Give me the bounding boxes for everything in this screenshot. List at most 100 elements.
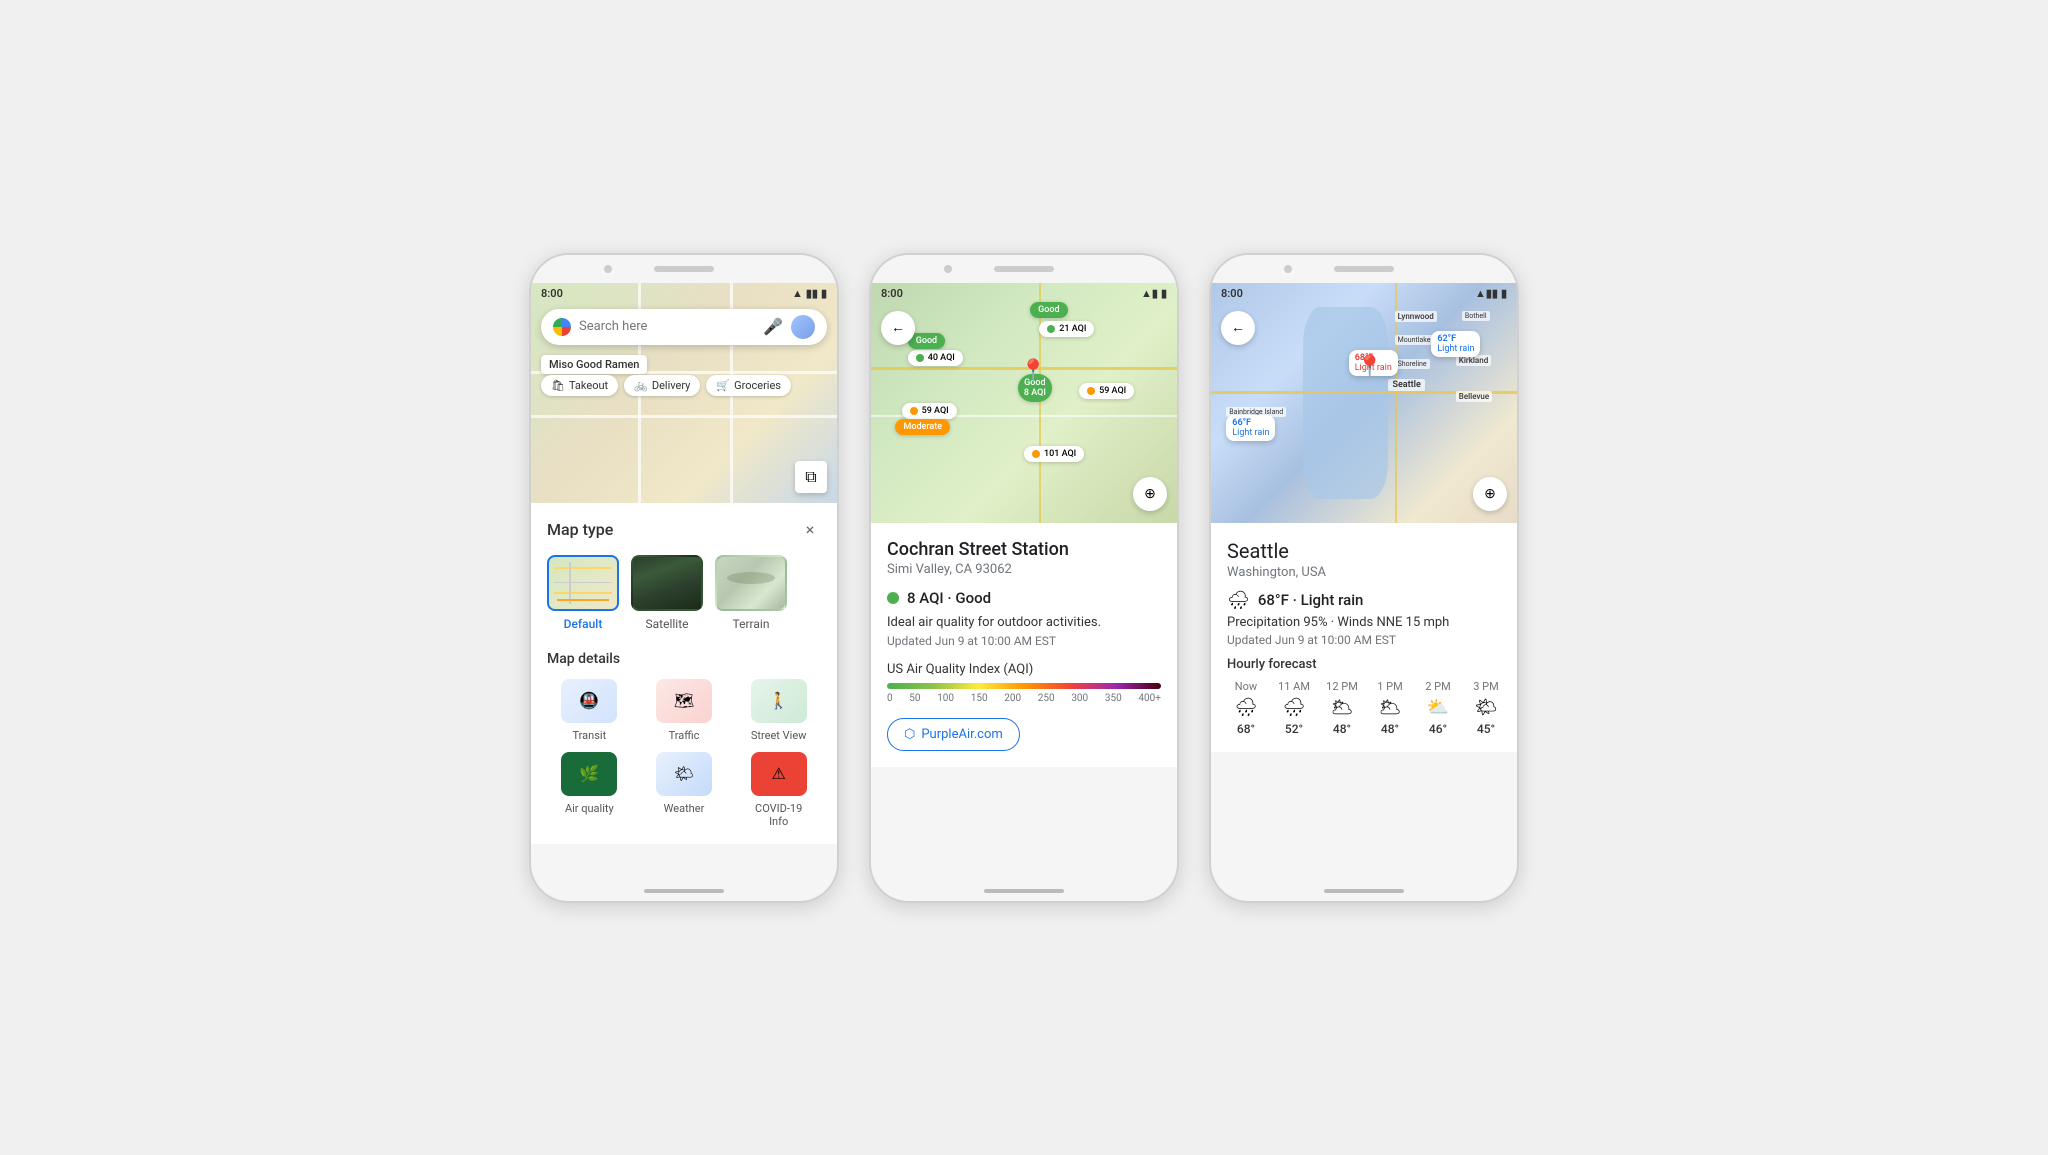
battery-icon-1: ▮ (821, 287, 827, 300)
weather-62-temp: 62°F (1437, 334, 1474, 344)
hourly-1pm-time: 1 PM (1377, 680, 1402, 693)
map-details-title: Map details (547, 651, 821, 667)
covid-label: COVID-19 Info (755, 802, 802, 828)
phone-1-top-bar (531, 255, 837, 283)
phone-2-content: 8:00 ▲▮ ▮ ← 21 AQI Good (871, 283, 1177, 881)
groceries-label: Groceries (734, 379, 781, 392)
place-name: Miso Good Ramen (549, 358, 639, 371)
detail-air-quality[interactable]: 🌿 Air quality (547, 752, 632, 828)
aqi-good-mid-label: Good (916, 336, 937, 346)
phone-2-top-bar (871, 255, 1177, 283)
hourly-11am-temp: 52° (1285, 722, 1303, 736)
aqi-badge-21: 21 AQI (1039, 321, 1094, 337)
purple-air-label: PurpleAir.com (921, 727, 1002, 742)
aqi-101-label: 101 AQI (1044, 449, 1076, 459)
search-text: Search here (579, 319, 755, 334)
phone-2-speaker (994, 266, 1054, 272)
terrain-label: Terrain (733, 617, 770, 631)
traffic-label: Traffic (669, 729, 700, 742)
phone-3-speaker (1334, 266, 1394, 272)
hourly-12pm-time: 12 PM (1326, 680, 1358, 693)
phone-1-speaker (654, 266, 714, 272)
hourly-2pm-time: 2 PM (1425, 680, 1450, 693)
street-icon-box: 🚶 (751, 679, 807, 723)
aqi-badge-59-right: 59 AQI (1079, 383, 1134, 399)
weather-label: Weather (664, 802, 705, 815)
layers-icon: ⧉ (805, 467, 816, 487)
detail-transit[interactable]: 🚇 Transit (547, 679, 632, 742)
aqi-label-300: 300 (1071, 693, 1088, 704)
battery-icon-2: ▮ (1161, 287, 1167, 300)
aqi-value: 8 AQI · Good (907, 589, 991, 607)
delivery-label: Delivery (652, 379, 691, 392)
hourly-2pm-temp: 46° (1429, 722, 1447, 736)
home-indicator-1 (644, 889, 724, 893)
map-type-terrain[interactable]: Terrain (715, 555, 787, 631)
satellite-thumb (631, 555, 703, 611)
aqi-label-200: 200 (1004, 693, 1021, 704)
phone-2: 8:00 ▲▮ ▮ ← 21 AQI Good (869, 253, 1179, 903)
detail-weather[interactable]: 🌤 Weather (642, 752, 727, 828)
map-type-satellite[interactable]: Satellite (631, 555, 703, 631)
station-address: Simi Valley, CA 93062 (887, 562, 1161, 577)
aqi-badge-21-label: 21 AQI (1059, 324, 1086, 334)
hourly-12pm-temp: 48° (1333, 722, 1351, 736)
takeout-label: Takeout (569, 379, 608, 392)
home-indicator-2 (984, 889, 1064, 893)
aqi-label-100: 100 (937, 693, 954, 704)
aqi-dot-59l (910, 407, 918, 415)
aqi-badge-moderate: Moderate (895, 419, 950, 435)
map-background: 8:00 ▲ ▮▮ ▮ Search here 🎤 (531, 283, 837, 503)
wifi-icon-3: ▲▮▮ (1475, 287, 1498, 300)
hourly-11am-time: 11 AM (1278, 680, 1310, 693)
map-type-panel: Map type × Default (531, 503, 837, 845)
signal-icon-1: ▮▮ (806, 287, 818, 300)
aqi-dot-40 (916, 354, 924, 362)
aqi-label-50: 50 (909, 693, 920, 704)
hourly-2pm-icon: ⛅ (1427, 697, 1449, 718)
hourly-1pm-temp: 48° (1381, 722, 1399, 736)
detail-covid[interactable]: ⚠ COVID-19 Info (736, 752, 821, 828)
map-label-lynnwood: Lynnwood (1395, 311, 1437, 322)
avatar[interactable] (791, 315, 815, 339)
detail-traffic[interactable]: 🗺 Traffic (642, 679, 727, 742)
map-type-default[interactable]: Default (547, 555, 619, 631)
mic-icon[interactable]: 🎤 (763, 317, 783, 336)
wifi-icon-1: ▲ (792, 287, 803, 300)
aqi-label-0: 0 (887, 693, 893, 704)
back-button-2[interactable]: ← (881, 311, 915, 345)
groceries-chip[interactable]: 🛒 Groceries (706, 375, 791, 396)
takeout-chip[interactable]: 🛍 Takeout (541, 375, 618, 396)
aqi-badge-59-left: 59 AQI (902, 403, 957, 419)
aqi-map: 8:00 ▲▮ ▮ ← 21 AQI Good (871, 283, 1177, 523)
delivery-chip[interactable]: 🚲 Delivery (624, 375, 700, 396)
transit-label: Transit (572, 729, 606, 742)
location-button-2[interactable]: ⊕ (1133, 477, 1167, 511)
phone-1: 8:00 ▲ ▮▮ ▮ Search here 🎤 (529, 253, 839, 903)
external-link-icon: ⬡ (904, 727, 915, 742)
detail-grid: 🚇 Transit 🗺 Traffic 🚶 St (547, 679, 821, 829)
map-label-bothell: Bothell (1462, 311, 1490, 321)
aqi-good-top-label: Good (1038, 305, 1059, 315)
status-icons-3: ▲▮▮ ▮ (1475, 287, 1507, 300)
purple-air-button[interactable]: ⬡ PurpleAir.com (887, 718, 1020, 751)
search-bar[interactable]: Search here 🎤 (541, 309, 827, 345)
weather-updated: Updated Jun 9 at 10:00 AM EST (1227, 633, 1501, 647)
city-name: Seattle (1227, 539, 1501, 563)
aqi-label-400: 400+ (1138, 693, 1161, 704)
groceries-icon: 🛒 (716, 379, 730, 392)
water-body (1303, 307, 1389, 499)
layers-button[interactable]: ⧉ (795, 461, 827, 493)
transit-icon-box: 🚇 (561, 679, 617, 723)
aqi-info-panel: Cochran Street Station Simi Valley, CA 9… (871, 523, 1177, 767)
detail-street-view[interactable]: 🚶 Street View (736, 679, 821, 742)
hourly-now-temp: 68° (1237, 722, 1255, 736)
location-button-3[interactable]: ⊕ (1473, 477, 1507, 511)
google-logo (553, 318, 571, 336)
air-icon-box: 🌿 (561, 752, 617, 796)
back-button-3[interactable]: ← (1221, 311, 1255, 345)
weather-detail: Precipitation 95% · Winds NNE 15 mph (1227, 615, 1501, 630)
status-bar-1: 8:00 ▲ ▮▮ ▮ (531, 283, 837, 305)
weather-callout-62: 62°F Light rain (1431, 331, 1480, 357)
close-button[interactable]: × (799, 519, 821, 541)
